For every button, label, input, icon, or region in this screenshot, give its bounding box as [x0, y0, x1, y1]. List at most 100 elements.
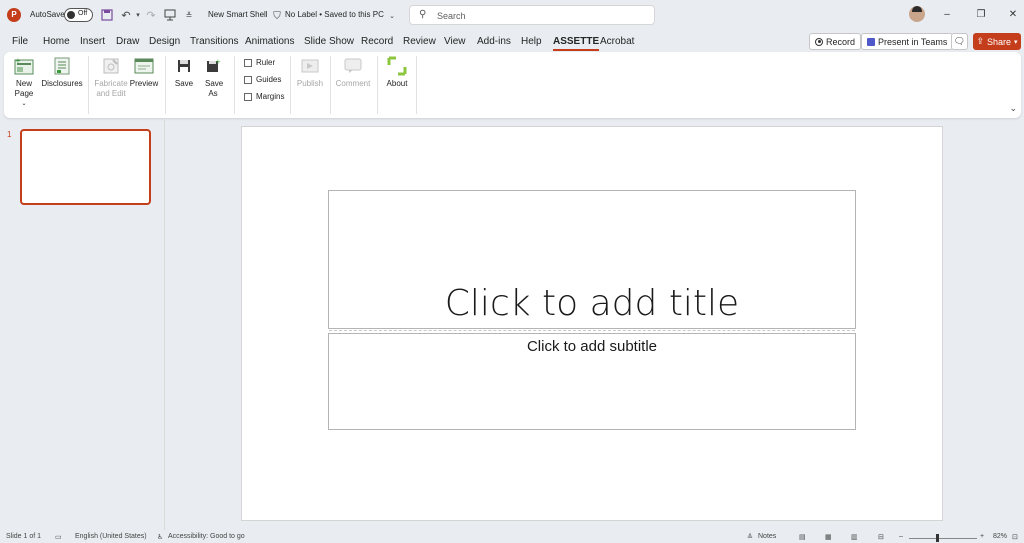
- teams-icon: [867, 37, 875, 46]
- save-as-icon: +: [203, 56, 223, 76]
- spelling-icon[interactable]: ▭: [55, 533, 62, 541]
- tab-help[interactable]: Help: [521, 36, 542, 47]
- ribbon-divider: [165, 56, 166, 114]
- ruler-check-box[interactable]: [244, 58, 252, 67]
- ribbon-divider: [88, 56, 89, 114]
- about-icon: [387, 56, 407, 76]
- slide-canvas[interactable]: Click to add title Click to add subtitle: [241, 126, 943, 521]
- notes-button[interactable]: Notes: [758, 533, 776, 540]
- about-button[interactable]: About: [384, 56, 410, 89]
- save-button[interactable]: Save: [174, 56, 194, 89]
- share-label: Share: [987, 36, 1012, 47]
- tab-animations[interactable]: Animations: [245, 36, 294, 47]
- guides-label: Guides: [256, 75, 282, 84]
- tab-file[interactable]: File: [12, 36, 28, 47]
- fit-to-window-icon[interactable]: ⊡: [1012, 533, 1018, 541]
- present-from-start-icon[interactable]: [163, 8, 177, 22]
- subtitle-placeholder[interactable]: Click to add subtitle: [328, 333, 856, 430]
- ribbon-divider: [234, 56, 235, 114]
- disclosures-button[interactable]: Disclosures: [41, 56, 83, 89]
- save-icon[interactable]: [100, 8, 114, 22]
- tab-transitions[interactable]: Transitions: [190, 36, 239, 47]
- slide-show-icon[interactable]: ⊟: [878, 533, 884, 541]
- tab-add-ins[interactable]: Add-ins: [477, 36, 511, 47]
- language-status[interactable]: English (United States): [75, 533, 147, 540]
- undo-dropdown-chevron-icon[interactable]: ▾: [131, 8, 145, 22]
- slide-sorter-icon[interactable]: ▦: [825, 533, 832, 541]
- restore-icon[interactable]: ❐: [974, 8, 988, 22]
- record-button[interactable]: Record: [809, 33, 862, 50]
- autosave-toggle[interactable]: Off: [64, 8, 93, 22]
- customize-toolbar-icon[interactable]: ≚: [182, 8, 196, 22]
- disclosures-label: Disclosures: [41, 79, 83, 88]
- tab-design[interactable]: Design: [149, 36, 180, 47]
- ruler-checkbox[interactable]: Ruler: [244, 58, 275, 67]
- share-button[interactable]: ⇪ Share ▾: [973, 33, 1021, 50]
- present-in-teams-button[interactable]: Present in Teams: [861, 33, 954, 50]
- normal-view-icon[interactable]: ▤: [799, 533, 806, 541]
- status-bar: Slide 1 of 1 ▭ English (United States) ♿…: [0, 531, 1024, 543]
- tab-home[interactable]: Home: [43, 36, 70, 47]
- title-bar: P AutoSave Off ↶ ▾ ↷ ≚ New Smart Shell ⛉…: [0, 0, 1024, 30]
- tab-draw[interactable]: Draw: [116, 36, 139, 47]
- ruler-label: Ruler: [256, 58, 276, 67]
- save-label: Save: [174, 79, 194, 88]
- zoom-out-button[interactable]: –: [899, 533, 903, 540]
- accessibility-status[interactable]: Accessibility: Good to go: [168, 533, 245, 540]
- document-name[interactable]: New Smart Shell: [208, 10, 268, 19]
- redo-icon[interactable]: ↷: [144, 8, 158, 22]
- tab-acrobat[interactable]: Acrobat: [600, 36, 634, 47]
- publish-icon: [300, 56, 320, 76]
- present-in-teams-label: Present in Teams: [878, 36, 948, 47]
- collapse-ribbon-chevron-icon[interactable]: ⌄: [1009, 103, 1017, 114]
- comment-button[interactable]: Comment: [335, 56, 371, 89]
- margins-check-box[interactable]: [244, 92, 252, 101]
- ribbon-divider: [330, 56, 331, 114]
- accessibility-icon: ♿︎: [157, 534, 164, 541]
- label-save-status[interactable]: No Label • Saved to this PC: [285, 10, 384, 19]
- zoom-level[interactable]: 82%: [993, 533, 1007, 540]
- disclosures-icon: [52, 56, 72, 76]
- new-page-button[interactable]: + New Page ⌄: [10, 56, 38, 109]
- fabricate-icon: [101, 56, 121, 76]
- pane-divider[interactable]: [164, 120, 165, 530]
- publish-button[interactable]: Publish: [296, 56, 324, 89]
- tab-slide-show[interactable]: Slide Show: [304, 36, 354, 47]
- comment-icon: [343, 56, 363, 76]
- guides-checkbox[interactable]: Guides: [244, 75, 281, 84]
- tab-review[interactable]: Review: [403, 36, 436, 47]
- close-icon[interactable]: ✕: [1006, 8, 1020, 22]
- avatar[interactable]: [909, 6, 925, 22]
- chevron-down-icon: ⌄: [21, 101, 27, 107]
- chevron-down-icon[interactable]: ⌄: [385, 9, 399, 23]
- comments-button[interactable]: 🗨: [951, 33, 968, 50]
- notes-icon: ≙: [747, 534, 753, 541]
- slide-thumbnail[interactable]: [20, 129, 151, 205]
- minimize-icon[interactable]: –: [940, 8, 954, 22]
- toggle-knob: [67, 11, 75, 19]
- tab-view[interactable]: View: [444, 36, 466, 47]
- tab-record[interactable]: Record: [361, 36, 393, 47]
- margins-checkbox[interactable]: Margins: [244, 92, 284, 101]
- guides-check-box[interactable]: [244, 75, 252, 84]
- fabricate-and-edit-button[interactable]: Fabricate and Edit: [92, 56, 130, 99]
- tab-insert[interactable]: Insert: [80, 36, 105, 47]
- subtitle-placeholder-text: Click to add subtitle: [526, 338, 658, 355]
- margins-label: Margins: [256, 92, 285, 101]
- zoom-in-button[interactable]: +: [980, 533, 984, 540]
- reading-view-icon[interactable]: ▥: [851, 533, 858, 541]
- search-box[interactable]: ⚲ Search: [409, 5, 655, 25]
- zoom-slider-track[interactable]: [909, 538, 977, 539]
- slide-thumbnail-number: 1: [7, 130, 12, 139]
- autosave-label: AutoSave: [30, 10, 65, 19]
- preview-button[interactable]: Preview: [129, 56, 159, 89]
- search-icon: ⚲: [419, 9, 427, 20]
- slide-info: Slide 1 of 1: [6, 533, 42, 540]
- title-placeholder[interactable]: Click to add title: [328, 190, 856, 331]
- new-page-icon: +: [14, 56, 34, 76]
- svg-text:+: +: [215, 58, 221, 66]
- record-icon: [815, 37, 823, 46]
- save-as-button[interactable]: + Save As: [203, 56, 223, 99]
- zoom-slider-thumb[interactable]: [936, 534, 939, 542]
- tab-assette[interactable]: ASSETTE: [553, 36, 600, 51]
